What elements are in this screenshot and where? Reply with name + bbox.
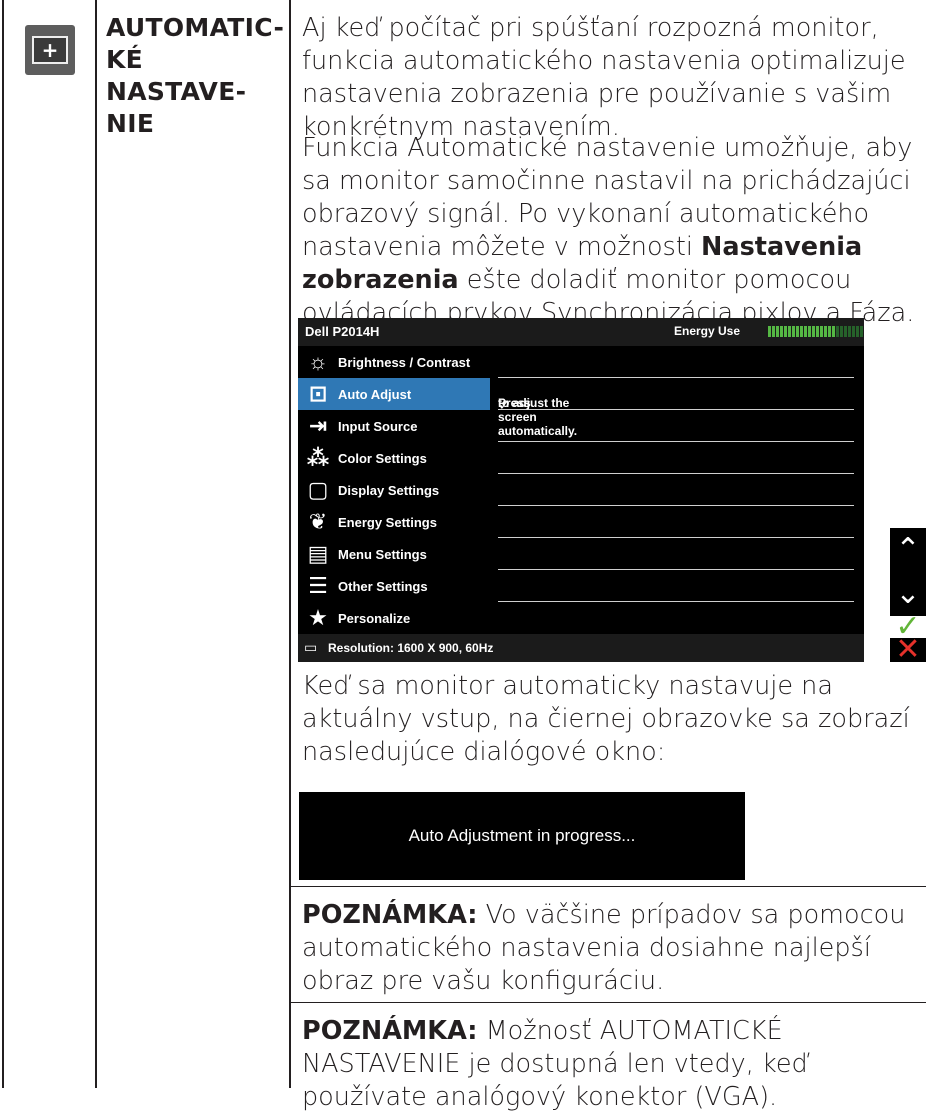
osd-menu-item-label: Input Source [338,418,418,434]
osd-menu-item[interactable]: ★ Personalize [298,602,490,634]
energy-bar-segment [800,326,803,337]
osd-message-line: Press ✓ to adjust the screen automatical… [498,378,854,438]
osd-menu-item-label: Personalize [338,610,411,626]
energy-bar-segment [848,326,851,337]
energy-bar-segment [832,326,835,337]
energy-bar-segment [788,326,791,337]
osd-model-name: Dell P2014H [305,324,380,339]
display-settings-icon: ▢ [307,477,329,502]
section-label: AUTOMATIC- KÉ NASTAVE- NIE [106,13,285,138]
osd-content-pane: Press ✓ to adjust the screen automatical… [498,346,854,634]
osd-menu-item-label: Other Settings [338,578,428,594]
energy-bar-segment [820,326,823,337]
osd-content-line [498,442,854,474]
auto-adjust-progress-dialog: Auto Adjustment in progress... [299,792,745,880]
osd-header: Dell P2014H Energy Use [298,318,864,346]
osd-menu-item[interactable]: ☰ Other Settings [298,570,490,602]
osd-resolution: Resolution: 1600 X 900, 60Hz [328,641,494,655]
intro-paragraph: Aj keď počítač pri spúšťaní rozpozná mon… [302,13,906,142]
energy-bar-segment [776,326,779,337]
note-1: POZNÁMKA: Vo väčšine prípadov sa pomocou… [302,900,906,996]
chevron-down-icon: ⌄ [895,576,921,611]
energy-bar-segment [852,326,855,337]
osd-menu-item[interactable]: ▤ Menu Settings [298,538,490,570]
osd-menu-item-label: Menu Settings [338,546,427,562]
osd-menu-item-label: Brightness / Contrast [338,354,471,370]
osd-up-button[interactable]: ⌃ [890,528,926,572]
star-icon: ★ [308,605,328,630]
other-settings-icon: ☰ [308,573,328,598]
note-2: POZNÁMKA: Možnosť AUTOMATICKÉ NASTAVENIE… [302,1016,808,1112]
osd-menu-item[interactable]: ▢ Display Settings [298,474,490,506]
energy-bar-segment [856,326,859,337]
osd-content-line [498,410,854,442]
osd-menu-item[interactable]: ☼ Brightness / Contrast [298,346,490,378]
energy-bar-segment [804,326,807,337]
note-divider-1 [290,886,926,887]
osd-menu-item[interactable]: ⊡ Auto Adjust [298,378,490,410]
osd-footer: ▭ Resolution: 1600 X 900, 60Hz [298,634,864,662]
osd-menu-screenshot: Dell P2014H Energy Use ☼ Brightness / Con… [298,318,864,662]
resolution-icon: ▭ [304,639,318,655]
energy-bar-segment [836,326,839,337]
osd-content-line [498,538,854,570]
osd-content-line [498,602,854,634]
table-border-col1 [95,0,97,1088]
color-settings-icon: ⁂ [306,445,330,470]
energy-bar-segment [796,326,799,337]
energy-bar-segment [860,326,863,337]
close-icon: ✕ [895,632,921,667]
osd-menu-item-label: Auto Adjust [338,386,412,402]
menu-settings-icon: ▤ [307,541,329,566]
osd-menu-item-label: Color Settings [338,450,427,466]
brightness-icon: ☼ [307,349,329,374]
energy-bar-segment [780,326,783,337]
input-source-icon: ⇥ [308,413,328,438]
energy-bar-segment [828,326,831,337]
energy-bar-segment [792,326,795,337]
energy-bar-segment [768,326,771,337]
chevron-up-icon: ⌃ [895,532,921,567]
osd-menu-item[interactable]: ⁂ Color Settings [298,442,490,474]
energy-bar-segment [772,326,775,337]
osd-content-line [498,506,854,538]
auto-adjust-icon: + [25,25,75,75]
osd-menu-item-label: Energy Settings [338,514,437,530]
table-border-left [2,0,4,1088]
energy-settings-icon: ❦ [308,509,328,534]
energy-bar-segment [808,326,811,337]
osd-menu-item[interactable]: ⇥ Input Source [298,410,490,442]
document-page: + AUTOMATIC- KÉ NASTAVE- NIE Aj keď počí… [0,0,926,1112]
osd-menu-list: ☼ Brightness / Contrast ⊡ Auto Adjust ⇥ Input… [298,346,490,634]
osd-content-line [498,570,854,602]
osd-exit-button[interactable]: ✕ [890,635,926,665]
dialog-intro-paragraph: Keď sa monitor automaticky nastavuje na … [302,671,910,767]
energy-bar-segment [844,326,847,337]
energy-bar-segment [816,326,819,337]
osd-energy-label: Energy Use [674,324,741,338]
osd-content-line [498,474,854,506]
energy-bar-segment [812,326,815,337]
energy-bar-segment [824,326,827,337]
table-border-col2 [289,0,291,1088]
energy-use-bar [768,326,863,337]
osd-menu-item[interactable]: ❦ Energy Settings [298,506,490,538]
osd-menu-item-label: Display Settings [338,482,440,498]
energy-bar-segment [840,326,843,337]
description-paragraph: Funkcia Automatické nastavenie umožňuje,… [302,133,915,328]
auto-adjust-icon: ⊡ [308,381,328,406]
osd-content-line [498,346,854,378]
energy-bar-segment [784,326,787,337]
note-divider-2 [290,1002,926,1003]
